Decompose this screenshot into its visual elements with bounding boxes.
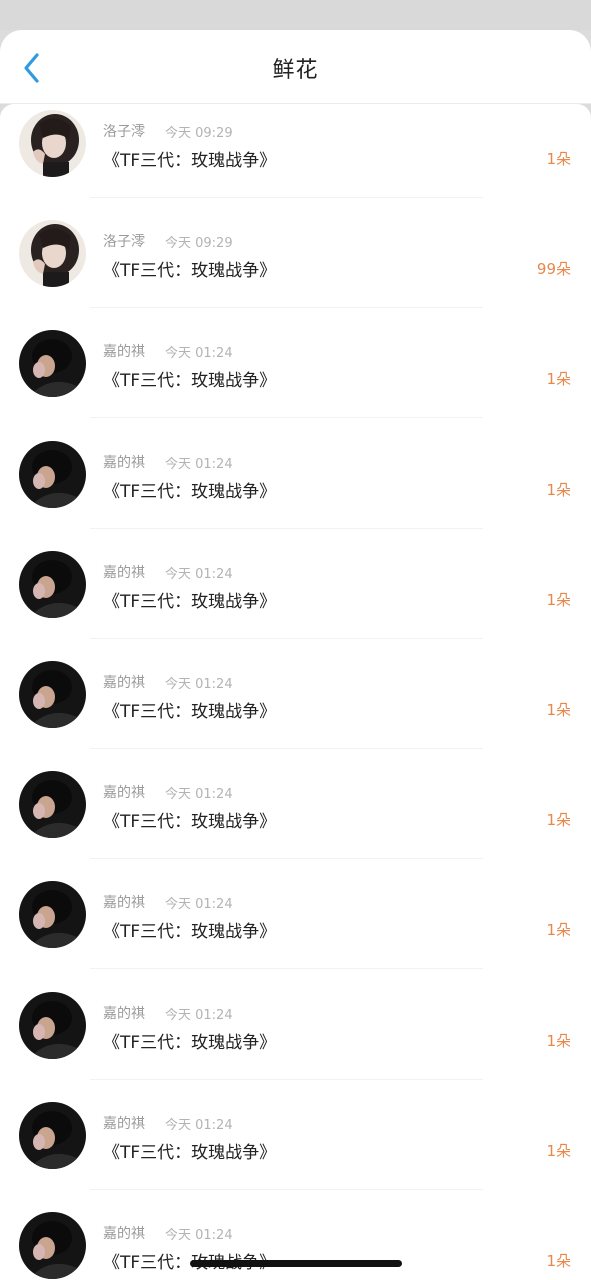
divider <box>90 307 483 309</box>
flower-count: 1朵 <box>546 590 571 609</box>
sender-name[interactable]: 嘉的祺 <box>103 892 145 912</box>
flower-count: 99朵 <box>536 260 571 279</box>
gift-list[interactable]: 洛子澪 今天 09:29 《TF三代：玫瑰战争》 1朵 洛子澪 今天 09:29… <box>0 104 591 1280</box>
sender-name[interactable]: 洛子澪 <box>103 121 145 141</box>
list-item[interactable]: 嘉的祺 今天 01:24 《TF三代：玫瑰战争》 1朵 <box>0 875 591 985</box>
sender-name[interactable]: 嘉的祺 <box>103 341 145 361</box>
divider <box>90 637 483 639</box>
work-title: 《TF三代：玫瑰战争》 <box>103 812 277 833</box>
flower-count: 1朵 <box>546 480 571 499</box>
timestamp: 今天 01:24 <box>165 787 233 803</box>
work-title: 《TF三代：玫瑰战争》 <box>103 1142 277 1163</box>
list-item[interactable]: 嘉的祺 今天 01:24 《TF三代：玫瑰战争》 1朵 <box>0 986 591 1096</box>
flower-count: 1朵 <box>546 811 571 830</box>
work-title: 《TF三代：玫瑰战争》 <box>103 701 277 722</box>
flower-count: 1朵 <box>546 150 571 168</box>
list-item[interactable]: 嘉的祺 今天 01:24 《TF三代：玫瑰战争》 1朵 <box>0 435 591 545</box>
flower-count: 1朵 <box>546 1141 571 1160</box>
avatar[interactable] <box>19 660 86 728</box>
flower-count: 1朵 <box>546 921 571 940</box>
avatar[interactable] <box>19 440 86 508</box>
work-title: 《TF三代：玫瑰战争》 <box>103 481 277 502</box>
timestamp: 今天 01:24 <box>165 1007 233 1023</box>
avatar[interactable] <box>19 771 86 839</box>
work-title: 《TF三代：玫瑰战争》 <box>103 261 277 282</box>
timestamp: 今天 09:29 <box>165 236 233 252</box>
divider <box>90 527 483 529</box>
avatar[interactable] <box>19 991 86 1059</box>
timestamp: 今天 01:24 <box>165 1117 233 1133</box>
avatar[interactable] <box>19 550 86 618</box>
list-item[interactable]: 嘉的祺 今天 01:24 《TF三代：玫瑰战争》 1朵 <box>0 545 591 655</box>
flower-count: 1朵 <box>546 370 571 389</box>
flower-count: 1朵 <box>546 1251 571 1270</box>
status-bar <box>0 0 591 30</box>
flower-count: 1朵 <box>546 700 571 719</box>
sender-name[interactable]: 嘉的祺 <box>103 562 145 582</box>
sender-name[interactable]: 嘉的祺 <box>103 1003 145 1023</box>
work-title: 《TF三代：玫瑰战争》 <box>103 922 277 943</box>
home-indicator[interactable] <box>190 1260 402 1267</box>
avatar[interactable] <box>19 1211 86 1279</box>
list-item[interactable]: 嘉的祺 今天 01:24 《TF三代：玫瑰战争》 1朵 <box>0 1096 591 1206</box>
timestamp: 今天 01:24 <box>165 566 233 582</box>
avatar[interactable] <box>19 220 86 288</box>
timestamp: 今天 01:24 <box>165 1227 233 1243</box>
sender-name[interactable]: 嘉的祺 <box>103 672 145 692</box>
divider <box>90 858 483 860</box>
avatar[interactable] <box>19 1101 86 1169</box>
sender-name[interactable]: 嘉的祺 <box>103 1113 145 1133</box>
timestamp: 今天 01:24 <box>165 897 233 913</box>
divider <box>90 968 483 970</box>
divider <box>90 1188 483 1190</box>
avatar[interactable] <box>19 881 86 949</box>
timestamp: 今天 01:24 <box>165 456 233 472</box>
sender-name[interactable]: 嘉的祺 <box>103 782 145 802</box>
list-item[interactable]: 嘉的祺 今天 01:24 《TF三代：玫瑰战争》 1朵 <box>0 1206 591 1280</box>
divider <box>90 1078 483 1080</box>
divider <box>90 417 483 419</box>
work-title: 《TF三代：玫瑰战争》 <box>103 151 277 171</box>
list-item[interactable]: 嘉的祺 今天 01:24 《TF三代：玫瑰战争》 1朵 <box>0 765 591 875</box>
work-title: 《TF三代：玫瑰战争》 <box>103 371 277 392</box>
list-item[interactable]: 洛子澪 今天 09:29 《TF三代：玫瑰战争》 99朵 <box>0 214 591 324</box>
timestamp: 今天 01:24 <box>165 346 233 362</box>
avatar[interactable] <box>19 110 86 177</box>
avatar[interactable] <box>19 330 86 398</box>
divider <box>90 197 483 198</box>
flower-count: 1朵 <box>546 1031 571 1050</box>
sender-name[interactable]: 嘉的祺 <box>103 1223 145 1243</box>
list-item[interactable]: 嘉的祺 今天 01:24 《TF三代：玫瑰战争》 1朵 <box>0 655 591 765</box>
sender-name[interactable]: 洛子澪 <box>103 231 145 251</box>
list-item[interactable]: 洛子澪 今天 09:29 《TF三代：玫瑰战争》 1朵 <box>0 104 591 214</box>
timestamp: 今天 09:29 <box>165 126 233 141</box>
work-title: 《TF三代：玫瑰战争》 <box>103 1032 277 1053</box>
divider <box>90 747 483 749</box>
nav-bar: 鲜花 <box>0 30 591 103</box>
work-title: 《TF三代：玫瑰战争》 <box>103 591 277 612</box>
list-item[interactable]: 嘉的祺 今天 01:24 《TF三代：玫瑰战争》 1朵 <box>0 324 591 434</box>
timestamp: 今天 01:24 <box>165 676 233 692</box>
sender-name[interactable]: 嘉的祺 <box>103 452 145 472</box>
page-title: 鲜花 <box>272 58 319 83</box>
